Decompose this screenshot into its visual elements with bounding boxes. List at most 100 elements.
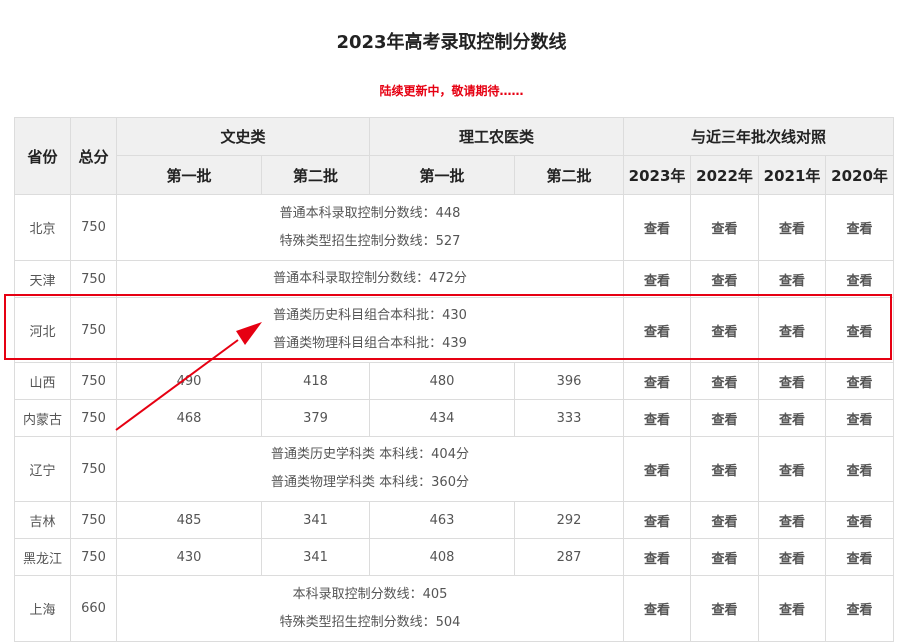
header-wenshi: 文史类 [115, 117, 371, 156]
score-cell: 430 [116, 538, 262, 576]
total-cell: 750 [70, 362, 117, 400]
total-cell: 750 [70, 260, 117, 298]
view-link-2023[interactable]: 查看 [623, 260, 692, 298]
view-link-2023[interactable]: 查看 [623, 297, 692, 363]
score-cell: 341 [260, 501, 371, 539]
merged-score-cell: 普通类历史科目组合本科批：430 普通类物理科目组合本科批：439 [115, 297, 625, 363]
table-row: 天津 750 普通本科录取控制分数线：472分 查看 查看 查看 查看 [14, 260, 895, 298]
merged-score-cell: 普通类历史学科类 本科线：404分 普通类物理学科类 本科线：360分 [115, 436, 625, 502]
header-ligong: 理工农医类 [369, 117, 625, 156]
score-cell: 379 [260, 399, 371, 437]
table-row: 河北 750 普通类历史科目组合本科批：430 普通类物理科目组合本科批：439… [14, 297, 895, 363]
header-ligong-batch2: 第二批 [514, 155, 625, 195]
total-cell: 750 [70, 194, 117, 261]
view-link-2020[interactable]: 查看 [825, 436, 895, 502]
view-link-2022[interactable]: 查看 [690, 260, 760, 298]
header-year-2022: 2022年 [690, 155, 760, 195]
score-cell: 490 [116, 362, 262, 400]
score-cell: 468 [116, 399, 262, 437]
score-cell: 341 [260, 538, 371, 576]
score-cell: 418 [260, 362, 371, 400]
score-line: 普通类物理科目组合本科批：439 [273, 336, 467, 351]
table-row: 辽宁 750 普通类历史学科类 本科线：404分 普通类物理学科类 本科线：36… [14, 436, 895, 502]
score-line: 普通本科录取控制分数线：472分 [273, 271, 467, 286]
province-cell: 吉林 [14, 501, 71, 539]
view-link-2023[interactable]: 查看 [623, 362, 692, 400]
view-link-2021[interactable]: 查看 [758, 260, 827, 298]
score-cell: 480 [369, 362, 516, 400]
merged-score-cell: 普通本科录取控制分数线：448 特殊类型招生控制分数线：527 [115, 194, 625, 261]
view-link-2022[interactable]: 查看 [690, 194, 760, 261]
score-line: 普通类物理学科类 本科线：360分 [271, 475, 469, 490]
table-row: 黑龙江 750 430 341 408 287 查看 查看 查看 查看 [14, 538, 895, 576]
view-link-2022[interactable]: 查看 [690, 399, 760, 437]
table-row: 吉林 750 485 341 463 292 查看 查看 查看 查看 [14, 501, 895, 539]
score-cell: 485 [116, 501, 262, 539]
view-link-2020[interactable]: 查看 [825, 260, 895, 298]
view-link-2021[interactable]: 查看 [758, 194, 827, 261]
view-link-2020[interactable]: 查看 [825, 575, 895, 642]
score-cell: 396 [514, 362, 625, 400]
view-link-2022[interactable]: 查看 [690, 297, 760, 363]
province-cell: 天津 [14, 260, 71, 298]
province-cell: 内蒙古 [14, 399, 71, 437]
header-year-2021: 2021年 [758, 155, 827, 195]
view-link-2021[interactable]: 查看 [758, 297, 827, 363]
view-link-2020[interactable]: 查看 [825, 399, 895, 437]
view-link-2020[interactable]: 查看 [825, 362, 895, 400]
view-link-2022[interactable]: 查看 [690, 575, 760, 642]
header-total: 总分 [70, 117, 117, 195]
province-cell: 黑龙江 [14, 538, 71, 576]
view-link-2023[interactable]: 查看 [623, 194, 692, 261]
view-link-2023[interactable]: 查看 [623, 538, 692, 576]
province-cell: 北京 [14, 194, 71, 261]
view-link-2023[interactable]: 查看 [623, 501, 692, 539]
view-link-2022[interactable]: 查看 [690, 362, 760, 400]
merged-score-cell: 普通本科录取控制分数线：472分 [115, 260, 625, 298]
table-row: 上海 660 本科录取控制分数线：405 特殊类型招生控制分数线：504 查看 … [14, 575, 895, 642]
view-link-2023[interactable]: 查看 [623, 436, 692, 502]
total-cell: 750 [70, 399, 117, 437]
score-table: 省份 总分 文史类 理工农医类 与近三年批次线对照 第一批 第二批 第一批 第二… [14, 117, 895, 642]
total-cell: 750 [70, 436, 117, 502]
view-link-2020[interactable]: 查看 [825, 297, 895, 363]
header-year-2023: 2023年 [623, 155, 692, 195]
score-line: 普通本科录取控制分数线：448 [279, 205, 461, 221]
score-line: 普通类历史科目组合本科批：430 [273, 308, 467, 323]
view-link-2021[interactable]: 查看 [758, 436, 827, 502]
score-cell: 287 [514, 538, 625, 576]
view-link-2021[interactable]: 查看 [758, 362, 827, 400]
table-row: 山西 750 490 418 480 396 查看 查看 查看 查看 [14, 362, 895, 400]
page-title: 2023年高考录取控制分数线 [336, 32, 567, 53]
view-link-2022[interactable]: 查看 [690, 538, 760, 576]
view-link-2022[interactable]: 查看 [690, 436, 760, 502]
view-link-2021[interactable]: 查看 [758, 575, 827, 642]
header-wenshi-batch2: 第二批 [260, 155, 371, 195]
header-compare: 与近三年批次线对照 [623, 117, 895, 156]
header-wenshi-batch1: 第一批 [116, 155, 262, 195]
view-link-2021[interactable]: 查看 [758, 501, 827, 539]
score-line: 本科录取控制分数线：405 [292, 586, 448, 602]
table-row: 北京 750 普通本科录取控制分数线：448 特殊类型招生控制分数线：527 查… [14, 194, 895, 261]
view-link-2020[interactable]: 查看 [825, 538, 895, 576]
update-notice: 陆续更新中，敬请期待…… [379, 84, 524, 98]
view-link-2020[interactable]: 查看 [825, 501, 895, 539]
view-link-2023[interactable]: 查看 [623, 399, 692, 437]
view-link-2023[interactable]: 查看 [623, 575, 692, 642]
total-cell: 750 [70, 538, 117, 576]
view-link-2021[interactable]: 查看 [758, 399, 827, 437]
total-cell: 750 [70, 297, 117, 363]
view-link-2020[interactable]: 查看 [825, 194, 895, 261]
view-link-2021[interactable]: 查看 [758, 538, 827, 576]
score-cell: 434 [369, 399, 516, 437]
province-cell: 上海 [14, 575, 71, 642]
score-cell: 463 [369, 501, 516, 539]
score-cell: 408 [369, 538, 516, 576]
score-cell: 333 [514, 399, 625, 437]
score-line: 特殊类型招生控制分数线：504 [279, 614, 461, 630]
view-link-2022[interactable]: 查看 [690, 501, 760, 539]
score-cell: 292 [514, 501, 625, 539]
score-line: 特殊类型招生控制分数线：527 [279, 233, 461, 249]
score-line: 普通类历史学科类 本科线：404分 [271, 447, 469, 462]
header-province: 省份 [14, 117, 71, 195]
